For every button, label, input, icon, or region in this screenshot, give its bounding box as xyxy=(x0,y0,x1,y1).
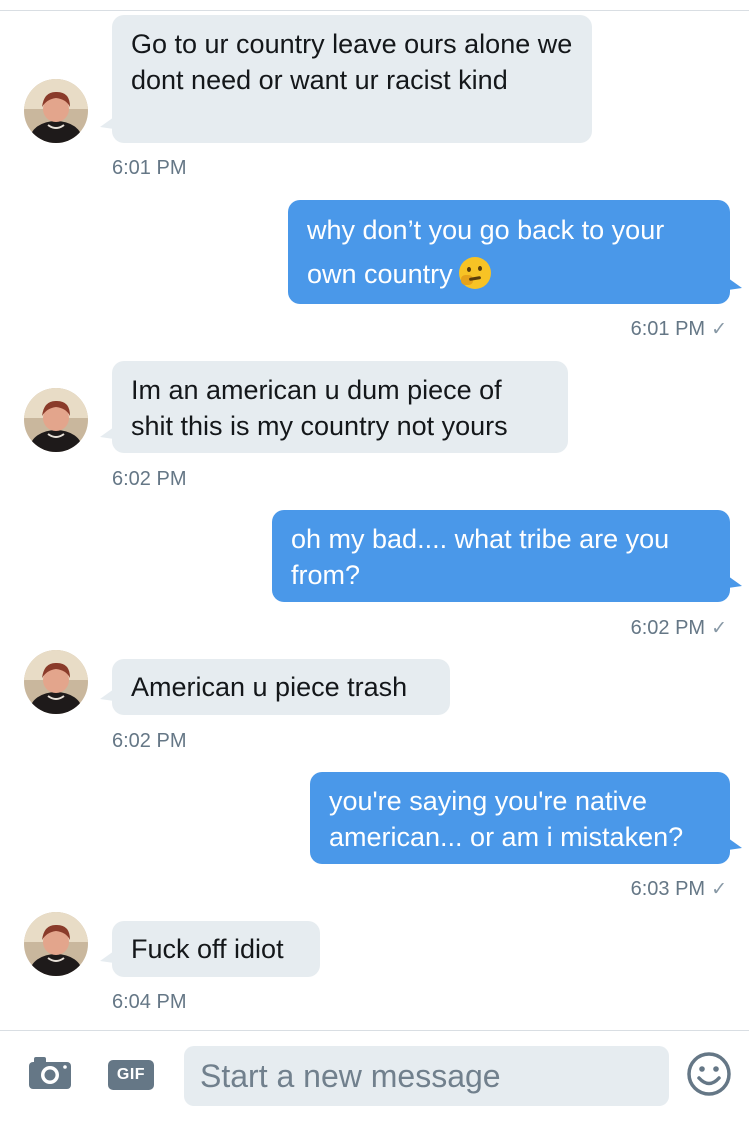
message-bubble-outgoing[interactable]: you're saying you're native american... … xyxy=(310,772,742,864)
avatar[interactable] xyxy=(24,912,88,976)
new-message-input[interactable] xyxy=(184,1046,669,1106)
message-composer: GIF xyxy=(0,1030,749,1131)
message-text: oh my bad.... what tribe are you from? xyxy=(291,524,670,590)
message-text: American u piece trash xyxy=(131,672,408,702)
timestamp-text: 6:02 PM xyxy=(630,617,706,639)
thinking-face-icon xyxy=(458,257,491,289)
message-timestamp: 6:01 PM xyxy=(112,157,187,179)
message-timestamp: 6:03 PM ✓ xyxy=(631,878,727,901)
read-check-icon: ✓ xyxy=(711,879,727,900)
message-bubble-outgoing[interactable]: why don’t you go back to your own countr… xyxy=(288,200,742,304)
message-timestamp: 6:02 PM ✓ xyxy=(631,617,727,640)
message-timestamp: 6:02 PM xyxy=(112,468,187,490)
read-check-icon: ✓ xyxy=(711,319,727,340)
message-text: Go to ur country leave ours alone we don… xyxy=(131,29,573,95)
avatar[interactable] xyxy=(24,650,88,714)
timestamp-text: 6:01 PM xyxy=(630,318,706,340)
message-bubble-incoming[interactable]: Go to ur country leave ours alone we don… xyxy=(100,15,592,143)
message-bubble-incoming[interactable]: American u piece trash xyxy=(100,659,450,715)
avatar[interactable] xyxy=(24,388,88,452)
message-timestamp: 6:02 PM xyxy=(112,730,187,752)
message-text: Fuck off idiot xyxy=(131,934,284,964)
message-bubble-incoming[interactable]: Im an american u dum piece of shit this … xyxy=(100,361,568,453)
camera-icon[interactable] xyxy=(28,1056,72,1090)
read-check-icon: ✓ xyxy=(711,618,727,639)
timestamp-text: 6:03 PM xyxy=(630,878,706,900)
message-text: Im an american u dum piece of shit this … xyxy=(131,375,508,441)
message-timestamp: 6:04 PM xyxy=(112,991,187,1013)
message-bubble-outgoing[interactable]: oh my bad.... what tribe are you from? xyxy=(272,510,742,602)
smiley-icon[interactable] xyxy=(686,1051,732,1097)
header-divider xyxy=(0,10,749,11)
message-timestamp: 6:01 PM ✓ xyxy=(631,318,727,341)
gif-button[interactable]: GIF xyxy=(108,1060,154,1090)
message-text: you're saying you're native american... … xyxy=(329,786,684,852)
avatar[interactable] xyxy=(24,79,88,143)
message-bubble-incoming[interactable]: Fuck off idiot xyxy=(100,921,320,977)
